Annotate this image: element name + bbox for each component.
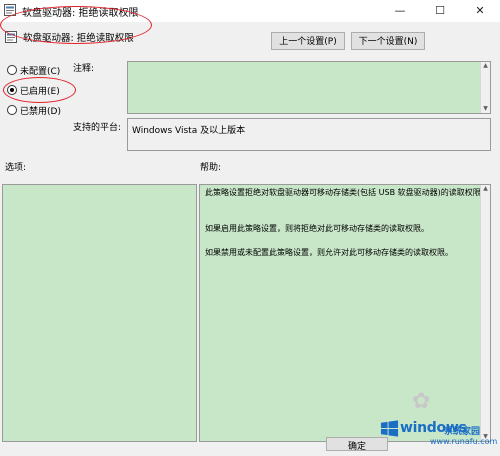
radio-circle[interactable] (7, 105, 17, 115)
close-button[interactable]: ✕ (460, 0, 500, 22)
help-label: 帮助: (200, 163, 222, 173)
supported-platform-value: Windows Vista 及以上版本 (132, 126, 246, 136)
minimize-button[interactable]: — (380, 0, 420, 22)
radio-label: 已禁用(D) (20, 106, 61, 117)
help-paragraph: 如果启用此策略设置，则将拒绝对此可移动存储类的读取权限。 (205, 224, 429, 233)
comment-scrollbar[interactable]: ▲ ▼ (480, 62, 490, 113)
supported-platform-field: Windows Vista 及以上版本 (127, 118, 491, 151)
annotation-ellipse-enabled (3, 77, 76, 103)
radio-disabled[interactable]: 已禁用(D) (7, 103, 61, 117)
next-setting-button[interactable]: 下一个设置(N) (351, 32, 425, 50)
radio-circle[interactable] (7, 65, 17, 75)
options-label: 选项: (5, 163, 27, 173)
help-paragraph: 此策略设置拒绝对软盘驱动器可移动存储类(包括 USB 软盘驱动器)的读取权限。 (205, 188, 489, 197)
maximize-button[interactable]: ☐ (420, 0, 460, 22)
scroll-up-arrow-icon[interactable]: ▲ (481, 62, 490, 70)
help-scrollbar[interactable]: ▲ ▼ (480, 185, 490, 441)
scroll-down-arrow-icon[interactable]: ▼ (481, 105, 490, 113)
annotation-ellipse-title (0, 6, 152, 44)
supported-platform-label: 支持的平台: (73, 123, 122, 133)
comment-field[interactable]: ▲ ▼ (127, 61, 491, 114)
radio-label: 未配置(C) (20, 66, 61, 77)
previous-setting-button[interactable]: 上一个设置(P) (271, 32, 345, 50)
help-pane[interactable]: 此策略设置拒绝对软盘驱动器可移动存储类(包括 USB 软盘驱动器)的读取权限。 … (199, 184, 491, 442)
watermark-flower-icon: ✿ (412, 389, 431, 414)
scroll-up-arrow-icon[interactable]: ▲ (481, 185, 490, 193)
help-paragraph: 如果禁用或未配置此策略设置，则允许对此可移动存储类的读取权限。 (205, 248, 453, 257)
comment-label: 注释: (73, 64, 95, 74)
watermark-url: www.runafu.com (430, 437, 498, 446)
radio-not-configured[interactable]: 未配置(C) (7, 63, 60, 77)
watermark-brand-cn: 系统家园 (444, 427, 481, 437)
windows-logo-icon (380, 420, 399, 437)
options-pane (2, 184, 197, 442)
